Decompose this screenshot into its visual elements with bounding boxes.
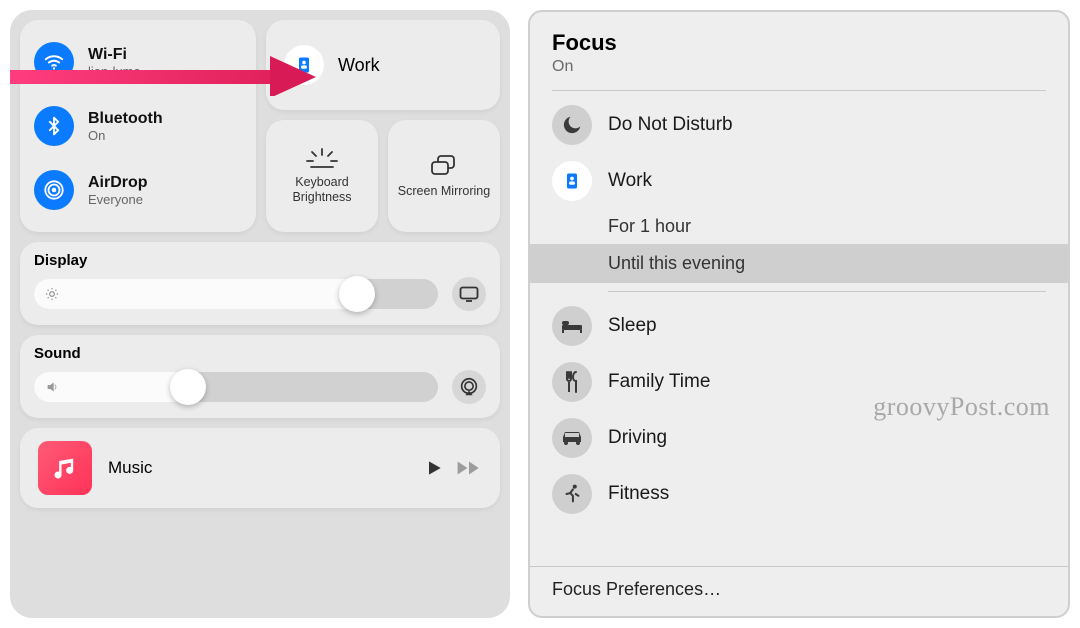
- display-options-button[interactable]: [452, 277, 486, 311]
- music-app-icon: [38, 441, 92, 495]
- running-icon: [552, 474, 592, 514]
- airdrop-visibility: Everyone: [88, 192, 148, 207]
- screen-mirroring-tile[interactable]: Screen Mirroring: [388, 120, 500, 232]
- focus-tile[interactable]: Work: [266, 20, 500, 110]
- badge-icon: [284, 45, 324, 85]
- focus-mode-label: Driving: [608, 427, 667, 449]
- sound-card: Sound: [20, 335, 500, 418]
- display-card: Display: [20, 242, 500, 325]
- bed-icon: [552, 306, 592, 346]
- divider: [608, 291, 1046, 292]
- focus-mode-label: Family Time: [608, 371, 710, 393]
- watermark: groovyPost.com: [873, 392, 1050, 422]
- car-icon: [552, 418, 592, 458]
- display-title: Display: [34, 252, 486, 269]
- focus-mode-label: Work: [608, 170, 652, 192]
- focus-header-status: On: [552, 58, 1046, 76]
- bluetooth-icon: [34, 106, 74, 146]
- airdrop-icon: [34, 170, 74, 210]
- focus-header-title: Focus: [552, 30, 1046, 56]
- moon-icon: [552, 105, 592, 145]
- focus-preferences-link[interactable]: Focus Preferences…: [530, 566, 1068, 616]
- airdrop-title: AirDrop: [88, 174, 148, 192]
- focus-mode-work[interactable]: Work: [530, 153, 1068, 209]
- focus-work-duration-options: For 1 hour Until this evening: [530, 209, 1068, 283]
- screen-mirroring-label: Screen Mirroring: [398, 184, 490, 199]
- focus-popover: Focus On Do Not Disturb Work For 1 hour …: [528, 10, 1070, 618]
- connectivity-card: Wi-Fi lion-luma Bluetooth On AirDrop: [20, 20, 256, 232]
- wifi-title: Wi-Fi: [88, 46, 141, 64]
- divider: [552, 90, 1046, 91]
- brightness-low-icon: [44, 286, 60, 302]
- bluetooth-status: On: [88, 128, 163, 143]
- now-playing-card[interactable]: Music: [20, 428, 500, 508]
- screen-mirroring-icon: [429, 154, 459, 178]
- volume-low-icon: [44, 379, 62, 395]
- keyboard-brightness-icon: [305, 147, 339, 169]
- control-center-panel: Wi-Fi lion-luma Bluetooth On AirDrop: [10, 10, 510, 618]
- keyboard-brightness-tile[interactable]: Keyboard Brightness: [266, 120, 378, 232]
- play-button[interactable]: [424, 458, 444, 478]
- now-playing-label: Music: [108, 458, 408, 478]
- airdrop-toggle[interactable]: AirDrop Everyone: [32, 164, 244, 216]
- wifi-icon: [34, 42, 74, 82]
- focus-duration-until-evening[interactable]: Until this evening: [530, 244, 1068, 283]
- next-track-button[interactable]: [456, 458, 482, 478]
- airplay-icon: [458, 376, 480, 398]
- focus-tile-label: Work: [338, 55, 380, 76]
- sound-title: Sound: [34, 345, 486, 362]
- keyboard-brightness-label: Keyboard Brightness: [272, 175, 372, 205]
- bluetooth-toggle[interactable]: Bluetooth On: [32, 100, 244, 152]
- wifi-network-name: lion-luma: [88, 64, 141, 79]
- focus-mode-fitness[interactable]: Fitness: [530, 466, 1068, 522]
- display-brightness-slider[interactable]: [34, 279, 438, 309]
- airplay-audio-button[interactable]: [452, 370, 486, 404]
- focus-mode-label: Do Not Disturb: [608, 114, 733, 136]
- badge-icon: [552, 161, 592, 201]
- wifi-toggle[interactable]: Wi-Fi lion-luma: [32, 36, 244, 88]
- display-icon: [459, 286, 479, 302]
- sound-volume-slider[interactable]: [34, 372, 438, 402]
- focus-mode-label: Fitness: [608, 483, 669, 505]
- bluetooth-title: Bluetooth: [88, 110, 163, 128]
- fork-knife-icon: [552, 362, 592, 402]
- focus-mode-sleep[interactable]: Sleep: [530, 298, 1068, 354]
- focus-duration-1hour[interactable]: For 1 hour: [530, 209, 1068, 244]
- focus-mode-do-not-disturb[interactable]: Do Not Disturb: [530, 97, 1068, 153]
- focus-mode-label: Sleep: [608, 315, 657, 337]
